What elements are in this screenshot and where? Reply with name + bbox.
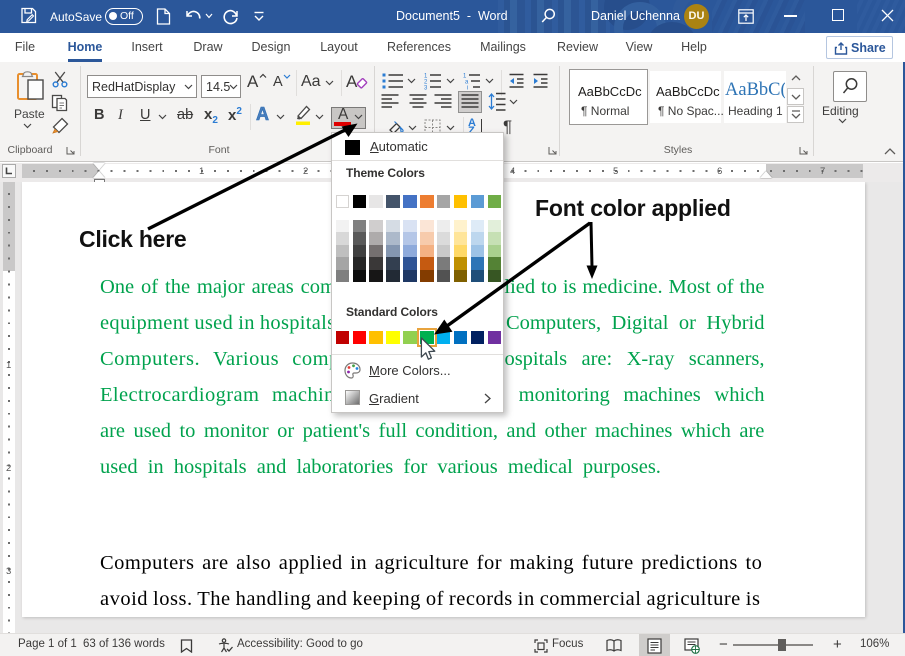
svg-text:3: 3 xyxy=(424,86,428,91)
svg-text:i: i xyxy=(467,86,468,91)
